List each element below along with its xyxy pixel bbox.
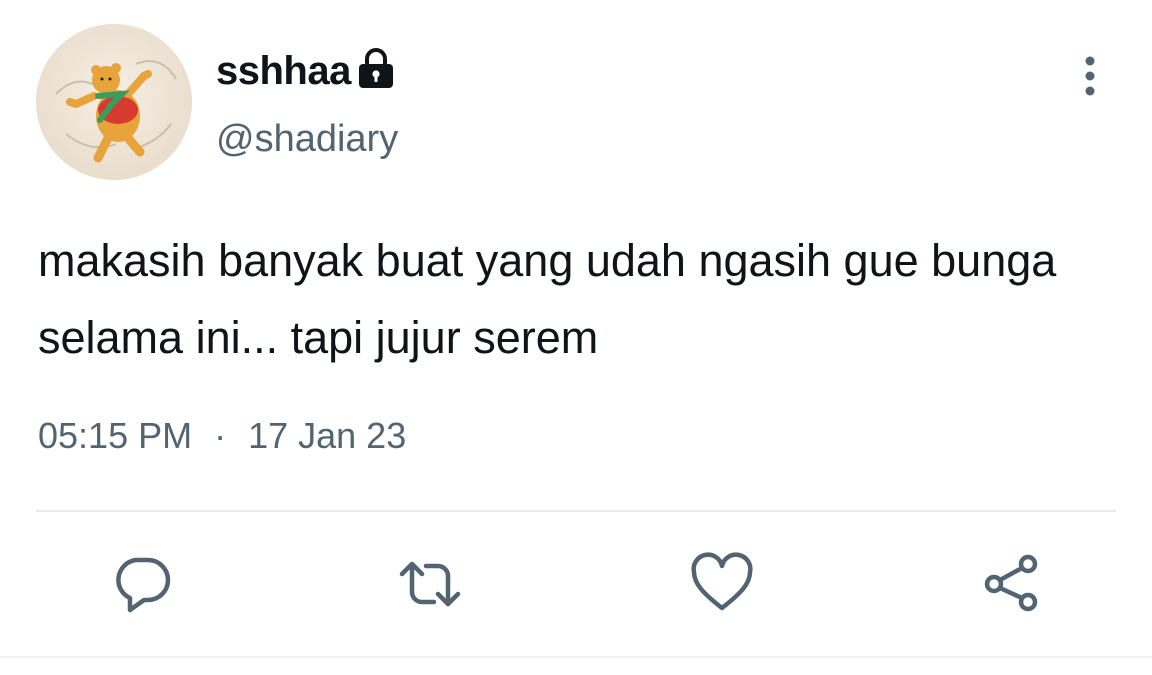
tweet-date[interactable]: 17 Jan 23 xyxy=(248,415,406,456)
heart-icon xyxy=(691,552,753,611)
divider-bottom xyxy=(0,656,1152,658)
tweet-time[interactable]: 05:15 PM xyxy=(38,415,192,456)
lock-icon xyxy=(359,48,393,88)
divider xyxy=(36,510,1116,512)
retweet-icon xyxy=(399,561,461,607)
display-name[interactable]: sshhaa xyxy=(216,46,351,96)
like-button[interactable] xyxy=(690,552,754,616)
avatar[interactable] xyxy=(36,24,192,180)
tweet-meta: 05:15 PM · 17 Jan 23 xyxy=(38,414,406,458)
reply-button[interactable] xyxy=(110,552,174,616)
retweet-button[interactable] xyxy=(398,552,462,616)
share-button[interactable] xyxy=(980,552,1044,616)
tweet-text: makasih banyak buat yang udah ngasih gue… xyxy=(38,235,1057,363)
reply-icon xyxy=(116,557,171,613)
meta-separator: · xyxy=(214,415,227,456)
avatar-image xyxy=(36,24,192,180)
share-icon xyxy=(984,554,1038,612)
user-handle[interactable]: @shadiary xyxy=(216,116,398,162)
more-options-icon[interactable] xyxy=(1070,52,1110,100)
